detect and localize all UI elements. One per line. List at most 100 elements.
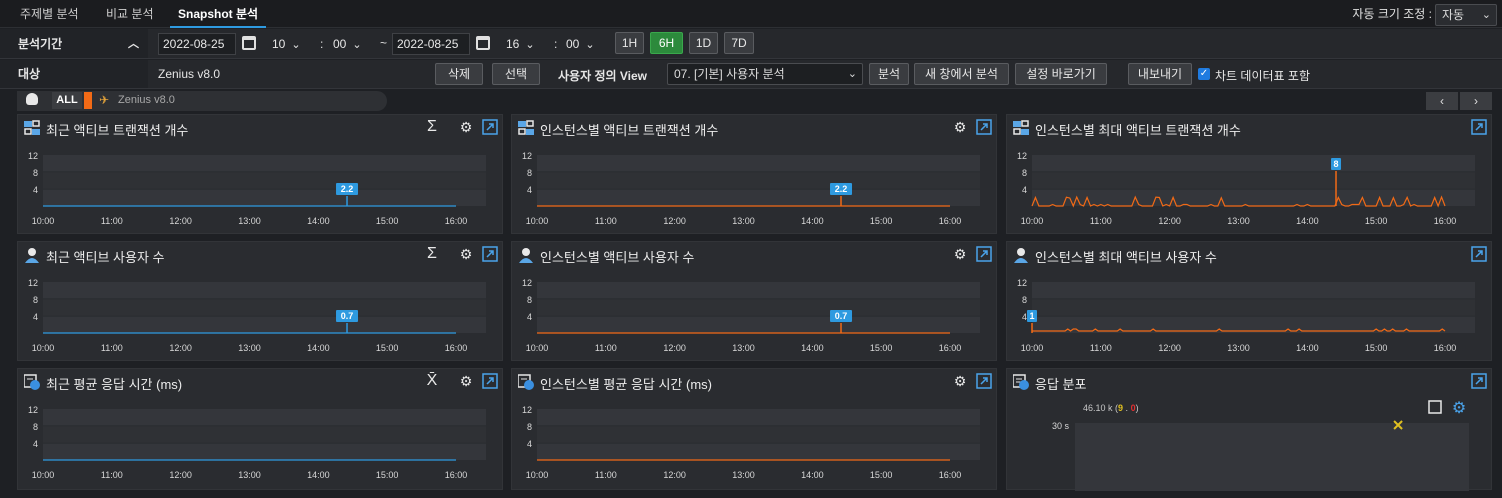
maximize-icon[interactable] bbox=[976, 373, 992, 389]
maximize-icon[interactable] bbox=[976, 119, 992, 135]
panel-title: 인스턴스별 액티브 트랜잭션 개수 bbox=[540, 123, 719, 138]
summary-count: 46.10 k ( bbox=[1083, 403, 1118, 413]
maximize-icon[interactable] bbox=[482, 246, 498, 262]
include-table-checkbox[interactable]: ✓ bbox=[1198, 68, 1210, 80]
grid-band bbox=[537, 299, 980, 316]
chart-svg: 12 8 4 10:00 11:00 12:00 13:00 14:00 15:00 16:00 bbox=[522, 405, 980, 480]
delete-button[interactable]: 삭제 bbox=[435, 63, 483, 85]
next-instance-button[interactable]: › bbox=[1460, 92, 1492, 110]
start-hour-select[interactable]: 10 ⌄ bbox=[272, 33, 301, 55]
new-window-analyze-button[interactable]: 새 창에서 분석 bbox=[914, 63, 1009, 85]
calendar-icon[interactable] bbox=[476, 36, 490, 50]
maximize-icon[interactable] bbox=[976, 246, 992, 262]
chevron-up-icon[interactable]: ︿ bbox=[128, 29, 139, 59]
distribution-settings-icon[interactable]: ⚙ bbox=[1428, 400, 1466, 417]
x-tick-label: 13:00 bbox=[238, 470, 261, 480]
export-button[interactable]: 내보내기 bbox=[1128, 63, 1192, 85]
x-tick-label: 14:00 bbox=[801, 343, 824, 353]
y-tick-label: 12 bbox=[1017, 151, 1027, 161]
prev-instance-button[interactable]: ‹ bbox=[1426, 92, 1458, 110]
x-tick-label: 13:00 bbox=[732, 216, 755, 226]
chart-svg: 12 8 4 10:00 11:00 12:00 13:00 14:00 15:00 16:00 2… bbox=[522, 151, 980, 226]
marker-label: 8 bbox=[1334, 159, 1339, 169]
chevron-down-icon: ⌄ bbox=[585, 39, 595, 51]
x-tick-label: 16:00 bbox=[445, 216, 468, 226]
autosize-select[interactable]: 자동 ⌄ bbox=[1435, 4, 1497, 26]
aggregate-icon[interactable]: Σ bbox=[424, 246, 440, 262]
maximize-icon[interactable] bbox=[1471, 119, 1487, 135]
x-tick-label: 11:00 bbox=[595, 470, 617, 480]
report-icon[interactable] bbox=[1428, 400, 1442, 414]
x-tick-label: 14:00 bbox=[307, 216, 330, 226]
gear-icon[interactable]: ⚙ bbox=[952, 246, 968, 262]
start-min-select[interactable]: 00 ⌄ bbox=[333, 33, 362, 55]
range-7d-button[interactable]: 7D bbox=[724, 32, 754, 54]
period-label: 분석기간 ︿ bbox=[0, 29, 148, 58]
grid-band bbox=[1032, 282, 1475, 299]
start-hour-value: 10 bbox=[272, 37, 286, 51]
y-tick-label: 8 bbox=[1022, 168, 1027, 178]
end-date-input[interactable]: 2022-08-25 bbox=[392, 33, 470, 55]
gear-icon[interactable]: ⚙ bbox=[458, 373, 474, 389]
time-colon: : bbox=[554, 37, 558, 51]
maximize-icon[interactable] bbox=[1471, 246, 1487, 262]
maximize-icon[interactable] bbox=[1471, 373, 1487, 389]
x-tick-label: 15:00 bbox=[870, 470, 893, 480]
settings-shortcut-button[interactable]: 설정 바로가기 bbox=[1015, 63, 1107, 85]
range-6h-button[interactable]: 6H bbox=[650, 32, 683, 54]
chart-panel: 인스턴스별 액티브 트랜잭션 개수 ⚙ 12 8 4 10:00 11:00 12:00 13:… bbox=[511, 114, 997, 234]
gear-icon[interactable]: ⚙ bbox=[952, 119, 968, 135]
tab-topic-analysis[interactable]: 주제별 분석 bbox=[20, 0, 79, 28]
grid-band bbox=[43, 172, 486, 189]
autosize-value: 자동 bbox=[1442, 8, 1465, 22]
instance-name[interactable]: Zenius v8.0 bbox=[118, 93, 175, 107]
tab-compare-analysis[interactable]: 비교 분석 bbox=[106, 0, 154, 28]
x-tick-label: 13:00 bbox=[732, 343, 755, 353]
period-label-text: 분석기간 bbox=[18, 37, 63, 51]
chart-svg: 12 8 4 10:00 11:00 12:00 13:00 14:00 15:00 16:00 8 bbox=[1017, 151, 1475, 226]
x-tick-label: 11:00 bbox=[595, 343, 617, 353]
gear-icon[interactable]: ⚙ bbox=[458, 246, 474, 262]
lightbulb-icon[interactable] bbox=[26, 93, 38, 105]
x-tick-label: 14:00 bbox=[307, 343, 330, 353]
chart-svg: 46.10 k (9 . 0)30 s24 s⚙ bbox=[1052, 400, 1469, 491]
gear-icon[interactable]: ⚙ bbox=[952, 373, 968, 389]
grid-band bbox=[43, 426, 486, 443]
tab-snapshot-analysis[interactable]: Snapshot 분석 bbox=[170, 0, 267, 28]
x-tick-label: 12:00 bbox=[169, 216, 192, 226]
x-tick-label: 10:00 bbox=[526, 470, 549, 480]
start-date-input[interactable]: 2022-08-25 bbox=[158, 33, 236, 55]
transaction-icon bbox=[518, 120, 534, 136]
analyze-button[interactable]: 분석 bbox=[869, 63, 909, 85]
y-tick-label: 12 bbox=[522, 405, 532, 415]
x-tick-label: 11:00 bbox=[1090, 216, 1112, 226]
y-tick-label: 12 bbox=[1017, 278, 1027, 288]
end-min-select[interactable]: 00 ⌄ bbox=[566, 33, 595, 55]
chart-svg: 12 8 4 10:00 11:00 12:00 13:00 14:00 15:00 16:00 bbox=[28, 405, 486, 480]
gear-icon[interactable]: ⚙ bbox=[458, 119, 474, 135]
range-1h-button[interactable]: 1H bbox=[615, 32, 644, 54]
gear-icon[interactable]: ⚙ bbox=[1452, 400, 1466, 417]
y-tick-label: 4 bbox=[527, 439, 532, 449]
range-1d-button[interactable]: 1D bbox=[689, 32, 718, 54]
x-tick-label: 16:00 bbox=[445, 343, 468, 353]
marker-label: 0.7 bbox=[341, 311, 354, 321]
maximize-icon[interactable] bbox=[482, 119, 498, 135]
calendar-icon[interactable] bbox=[242, 36, 256, 50]
target-label: 대상 bbox=[0, 60, 148, 88]
select-button[interactable]: 선택 bbox=[492, 63, 540, 85]
maximize-icon[interactable] bbox=[482, 373, 498, 389]
panel-title: 최근 평균 응답 시간 (ms) bbox=[46, 377, 183, 392]
chart-panel: 최근 액티브 트랜잭션 개수 ⚙ Σ 12 8 4 10:00 11:00 12:00 13:00… bbox=[17, 114, 503, 234]
view-label: 사용자 정의 View bbox=[558, 69, 647, 83]
aggregate-icon[interactable]: Σ bbox=[424, 119, 440, 135]
end-hour-select[interactable]: 16 ⌄ bbox=[506, 33, 535, 55]
chart-panel: 인스턴스별 최대 액티브 트랜잭션 개수 12 8 4 10:00 11:00 12:00 1… bbox=[1006, 114, 1492, 234]
chevron-down-icon: ⌄ bbox=[847, 68, 857, 80]
all-instances-button[interactable]: ALL bbox=[52, 92, 82, 109]
y-tick-label: 4 bbox=[33, 439, 38, 449]
view-select[interactable]: 07. [기본] 사용자 분석 ⌄ bbox=[667, 63, 863, 85]
x-tick-label: 16:00 bbox=[939, 470, 962, 480]
marker-label: 0.7 bbox=[835, 311, 848, 321]
aggregate-icon[interactable]: X̄ bbox=[424, 373, 440, 389]
